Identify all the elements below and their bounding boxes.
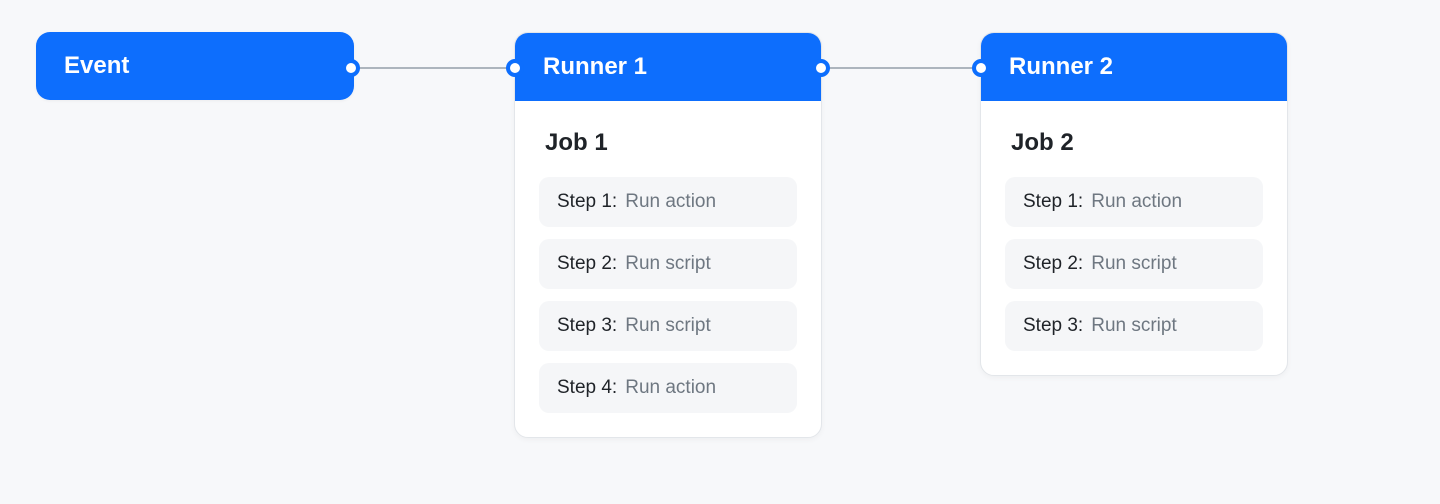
runner2-step: Step 1: Run action <box>1005 177 1263 227</box>
step-label: Step 3: <box>1023 315 1083 337</box>
connector-dot-event-out <box>342 59 360 77</box>
step-desc: Run script <box>625 315 711 337</box>
connector-dot-runner1-in <box>506 59 524 77</box>
runner2-header: Runner 2 <box>981 33 1287 101</box>
runner2-body: Job 2 Step 1: Run action Step 2: Run scr… <box>981 101 1287 375</box>
step-label: Step 1: <box>557 191 617 213</box>
step-label: Step 2: <box>1023 253 1083 275</box>
connector-event-runner1 <box>350 67 515 69</box>
step-label: Step 4: <box>557 377 617 399</box>
event-title: Event <box>64 52 129 79</box>
step-desc: Run script <box>1091 253 1177 275</box>
step-desc: Run action <box>625 191 716 213</box>
step-desc: Run action <box>625 377 716 399</box>
runner1-step: Step 2: Run script <box>539 239 797 289</box>
step-desc: Run script <box>1091 315 1177 337</box>
runner2-step: Step 3: Run script <box>1005 301 1263 351</box>
connector-dot-runner2-in <box>972 59 990 77</box>
runner1-job-title: Job 1 <box>539 129 797 157</box>
runner1-node: Runner 1 Job 1 Step 1: Run action Step 2… <box>514 32 822 438</box>
connector-runner1-runner2 <box>820 67 980 69</box>
workflow-diagram: Event Runner 1 Job 1 Step 1: Run action … <box>0 0 1440 504</box>
event-node: Event <box>36 32 354 100</box>
runner2-steps: Step 1: Run action Step 2: Run script St… <box>1005 177 1263 351</box>
runner1-title: Runner 1 <box>543 53 647 80</box>
step-label: Step 1: <box>1023 191 1083 213</box>
runner2-node: Runner 2 Job 2 Step 1: Run action Step 2… <box>980 32 1288 376</box>
runner2-title: Runner 2 <box>1009 53 1113 80</box>
runner1-header: Runner 1 <box>515 33 821 101</box>
runner2-step: Step 2: Run script <box>1005 239 1263 289</box>
runner1-step: Step 4: Run action <box>539 363 797 413</box>
connector-dot-runner1-out <box>812 59 830 77</box>
step-label: Step 3: <box>557 315 617 337</box>
runner1-body: Job 1 Step 1: Run action Step 2: Run scr… <box>515 101 821 437</box>
step-desc: Run action <box>1091 191 1182 213</box>
runner1-step: Step 3: Run script <box>539 301 797 351</box>
step-desc: Run script <box>625 253 711 275</box>
runner1-steps: Step 1: Run action Step 2: Run script St… <box>539 177 797 413</box>
runner2-job-title: Job 2 <box>1005 129 1263 157</box>
runner1-step: Step 1: Run action <box>539 177 797 227</box>
step-label: Step 2: <box>557 253 617 275</box>
